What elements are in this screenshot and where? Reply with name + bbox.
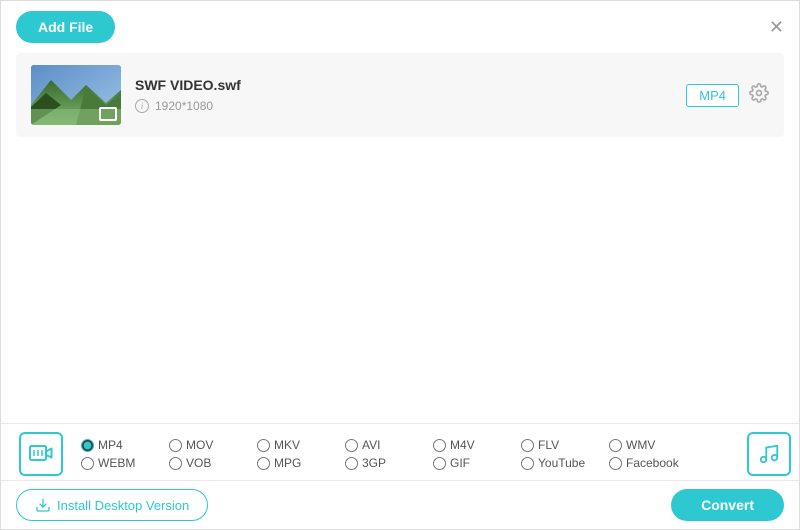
file-item: SWF VIDEO.swf i 1920*1080 MP4	[16, 53, 784, 137]
download-icon	[35, 497, 51, 513]
file-resolution: 1920*1080	[155, 99, 213, 113]
file-meta: i 1920*1080	[135, 99, 672, 113]
file-thumbnail	[31, 65, 121, 125]
format-options: MP4 MOV MKV AVI M4V FLV WM	[81, 438, 739, 470]
format-facebook[interactable]: Facebook	[609, 456, 679, 470]
video-format-toggle[interactable]	[19, 432, 63, 476]
format-gif[interactable]: GIF	[433, 456, 503, 470]
convert-button[interactable]: Convert	[671, 489, 784, 521]
format-mp4[interactable]: MP4	[81, 438, 151, 452]
format-line-2: WEBM VOB MPG 3GP GIF YouTube	[81, 456, 739, 470]
format-vob[interactable]: VOB	[169, 456, 239, 470]
settings-button[interactable]	[749, 83, 769, 108]
file-actions: MP4	[686, 83, 769, 108]
install-desktop-button[interactable]: Install Desktop Version	[16, 489, 208, 521]
file-name: SWF VIDEO.swf	[135, 77, 672, 93]
bottom-bar: MP4 MOV MKV AVI M4V FLV WM	[1, 423, 799, 529]
format-mpg[interactable]: MPG	[257, 456, 327, 470]
action-bar: Install Desktop Version Convert	[1, 480, 799, 529]
format-flv[interactable]: FLV	[521, 438, 591, 452]
format-line-1: MP4 MOV MKV AVI M4V FLV WM	[81, 438, 739, 452]
audio-format-toggle[interactable]	[747, 432, 791, 476]
format-webm[interactable]: WEBM	[81, 456, 151, 470]
close-button[interactable]: ✕	[769, 18, 784, 36]
add-file-button[interactable]: Add File	[16, 11, 115, 43]
main-content	[1, 137, 799, 397]
format-row: MP4 MOV MKV AVI M4V FLV WM	[1, 424, 799, 480]
format-wmv[interactable]: WMV	[609, 438, 679, 452]
music-icon-area	[739, 432, 799, 476]
info-icon: i	[135, 99, 149, 113]
format-mov[interactable]: MOV	[169, 438, 239, 452]
format-avi[interactable]: AVI	[345, 438, 415, 452]
format-m4v[interactable]: M4V	[433, 438, 503, 452]
file-info: SWF VIDEO.swf i 1920*1080	[135, 77, 672, 113]
format-mkv[interactable]: MKV	[257, 438, 327, 452]
thumbnail-overlay	[99, 107, 117, 121]
video-icon	[29, 444, 53, 464]
format-icon-area	[1, 432, 81, 476]
format-youtube[interactable]: YouTube	[521, 456, 591, 470]
header: Add File ✕	[1, 1, 799, 53]
format-badge[interactable]: MP4	[686, 84, 739, 107]
format-3gp[interactable]: 3GP	[345, 456, 415, 470]
music-icon	[758, 443, 780, 465]
